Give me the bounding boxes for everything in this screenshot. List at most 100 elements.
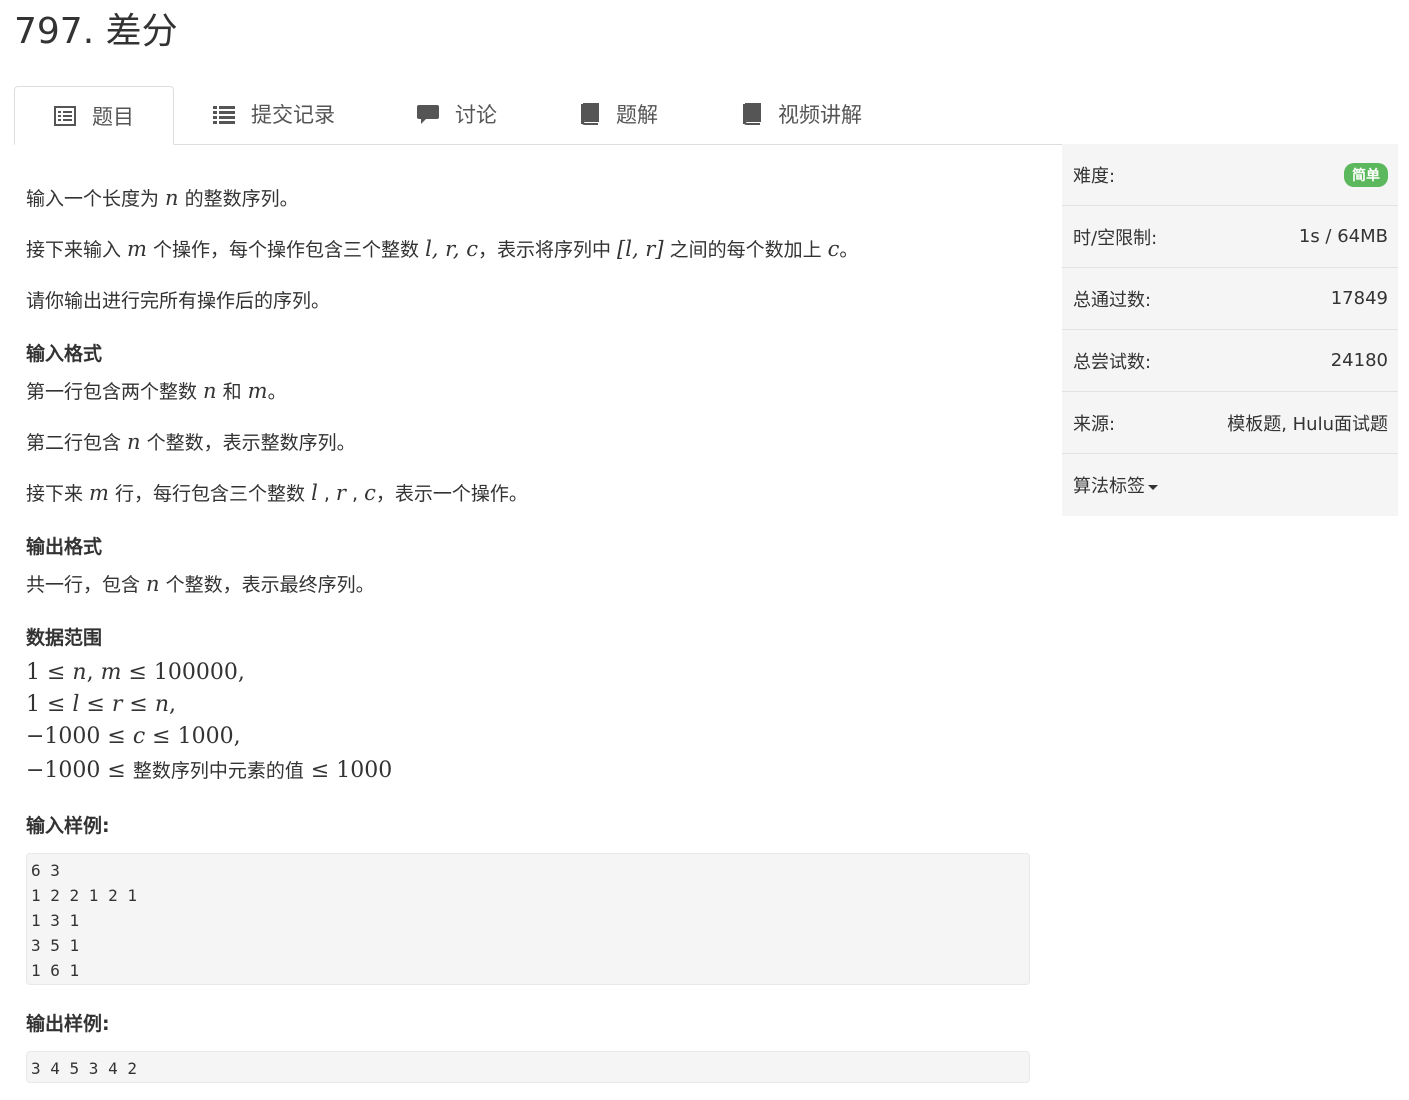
text: 整数序列中元素的值 (132, 760, 304, 782)
tried-label: 总尝试数: (1073, 351, 1152, 373)
text: , (86, 660, 101, 685)
text: 个整数，表示整数序列。 (140, 432, 356, 454)
range-line: 1 ≤ n, m ≤ 100000, (26, 660, 245, 685)
tab-label: 视频讲解 (778, 103, 862, 127)
text: 和 (216, 381, 248, 403)
text: 接下来输入 (26, 239, 128, 261)
tab-label: 讨论 (455, 103, 497, 127)
range-line: 1 ≤ l ≤ r ≤ n, (26, 692, 176, 717)
math-var: m (100, 660, 122, 685)
source-row: 来源: 模板题, Hulu面试题 (1062, 392, 1398, 454)
input-format-line: 第一行包含两个整数 n 和 m。 (26, 377, 287, 404)
math-var: l (311, 481, 318, 505)
math-var: n (72, 660, 87, 685)
input-format-line: 第二行包含 n 个整数，表示整数序列。 (26, 428, 356, 455)
tab-label: 题解 (616, 103, 658, 127)
text: 。 (267, 381, 287, 403)
tab-video[interactable]: 视频讲解 (742, 86, 862, 142)
output-format-line: 共一行，包含 n 个整数，表示最终序列。 (26, 570, 375, 597)
text: ，表示将序列中 (477, 239, 618, 261)
list-icon (213, 104, 235, 124)
book-icon (580, 103, 600, 125)
text: , (317, 483, 336, 505)
sample-output-heading: 输出样例: (26, 1013, 110, 1035)
text: 1 ≤ (26, 692, 73, 717)
math-var: r (335, 481, 346, 505)
tab-problem[interactable]: 题目 (14, 86, 174, 145)
tab-solutions[interactable]: 题解 (580, 86, 658, 142)
sample-input-line: 1 6 1 (31, 961, 80, 980)
math-var: l, r, c (425, 237, 478, 261)
difficulty-label: 难度: (1073, 165, 1116, 187)
passed-row: 总通过数: 17849 (1062, 268, 1398, 330)
text: 第二行包含 (26, 432, 128, 454)
text: −1000 ≤ (26, 724, 133, 749)
problem-paragraph: 接下来输入 m 个操作，每个操作包含三个整数 l, r, c，表示将序列中 [l… (26, 235, 858, 262)
limit-value: 1s / 64MB (1298, 226, 1388, 247)
tab-discussion[interactable]: 讨论 (417, 86, 497, 142)
tags-label: 算法标签 (1073, 476, 1145, 497)
sample-output-block[interactable]: 3 4 5 3 4 2 (26, 1051, 1030, 1083)
source-label: 来源: (1073, 413, 1116, 435)
text: 1 ≤ (26, 660, 73, 685)
tab-label: 题目 (92, 104, 134, 129)
text: 。 (839, 239, 859, 261)
difficulty-badge: 简单 (1344, 162, 1388, 187)
text: 接下来 (26, 483, 90, 505)
tried-value: 24180 (1330, 350, 1388, 371)
math-var: n (165, 186, 179, 210)
source-value[interactable]: 模板题, Hulu面试题 (1227, 410, 1388, 436)
sample-input-block[interactable]: 6 31 2 2 1 2 11 3 13 5 11 6 1 (26, 853, 1030, 985)
tried-row: 总尝试数: 24180 (1062, 330, 1398, 392)
sample-input-line: 1 3 1 (31, 911, 80, 930)
passed-label: 总通过数: (1073, 289, 1152, 311)
text: 之间的每个数加上 (663, 239, 828, 261)
range-line: −1000 ≤ c ≤ 1000, (26, 724, 241, 749)
math-var: n (146, 572, 160, 596)
math-var: c (827, 237, 840, 261)
text: 共一行，包含 (26, 574, 147, 596)
list-alt-icon (54, 105, 76, 126)
math-var: m (127, 237, 147, 261)
math-var: c (364, 481, 376, 505)
sample-input-line: 6 3 (31, 861, 60, 880)
math-var: n (203, 379, 217, 403)
math-var: m (89, 481, 109, 505)
sample-input-line: 3 5 1 (31, 936, 80, 955)
tags-row: 算法标签 (1062, 454, 1398, 516)
limit-label: 时/空限制: (1073, 227, 1158, 249)
limit-row: 时/空限制: 1s / 64MB (1062, 206, 1398, 268)
text: , (169, 692, 177, 717)
data-range-heading: 数据范围 (26, 627, 103, 649)
sample-input-heading: 输入样例: (26, 815, 110, 837)
sample-output-line: 3 4 5 3 4 2 (31, 1059, 137, 1078)
text: 个整数，表示最终序列。 (159, 574, 375, 596)
text: 行，每行包含三个整数 (108, 483, 312, 505)
text: −1000 ≤ (26, 758, 133, 783)
text: ≤ 1000, (145, 724, 241, 749)
text: ≤ (122, 692, 155, 717)
tab-label: 提交记录 (251, 103, 335, 127)
math-var: [l, r] (617, 237, 664, 261)
comment-icon (417, 104, 439, 124)
problem-paragraph: 请你输出进行完所有操作后的序列。 (26, 290, 331, 312)
difficulty-row: 难度: 简单 (1062, 144, 1398, 206)
page-title: 797. 差分 (14, 11, 178, 52)
passed-value: 17849 (1330, 288, 1388, 309)
math-var: n (154, 692, 170, 717)
sample-input-line: 1 2 2 1 2 1 (31, 886, 137, 905)
text: 输入一个长度为 (26, 188, 166, 210)
text: , (345, 483, 365, 505)
problem-paragraph: 输入一个长度为 n 的整数序列。 (26, 184, 299, 211)
text: ≤ 100000, (121, 660, 245, 685)
math-var: n (127, 430, 141, 454)
problem-tabs: 题目 提交记录 讨论 题解 视频讲解 (14, 86, 1398, 145)
problem-info-panel: 难度: 简单 时/空限制: 1s / 64MB 总通过数: 17849 总尝试数… (1062, 144, 1398, 516)
math-var: m (247, 379, 268, 403)
algorithm-tags-dropdown[interactable]: 算法标签 (1073, 472, 1158, 498)
range-line: −1000 ≤ 整数序列中元素的值 ≤ 1000 (26, 756, 392, 783)
tab-submissions[interactable]: 提交记录 (213, 86, 335, 142)
text: ≤ (79, 692, 112, 717)
caret-down-icon (1148, 484, 1158, 490)
text: 的整数序列。 (178, 188, 299, 210)
